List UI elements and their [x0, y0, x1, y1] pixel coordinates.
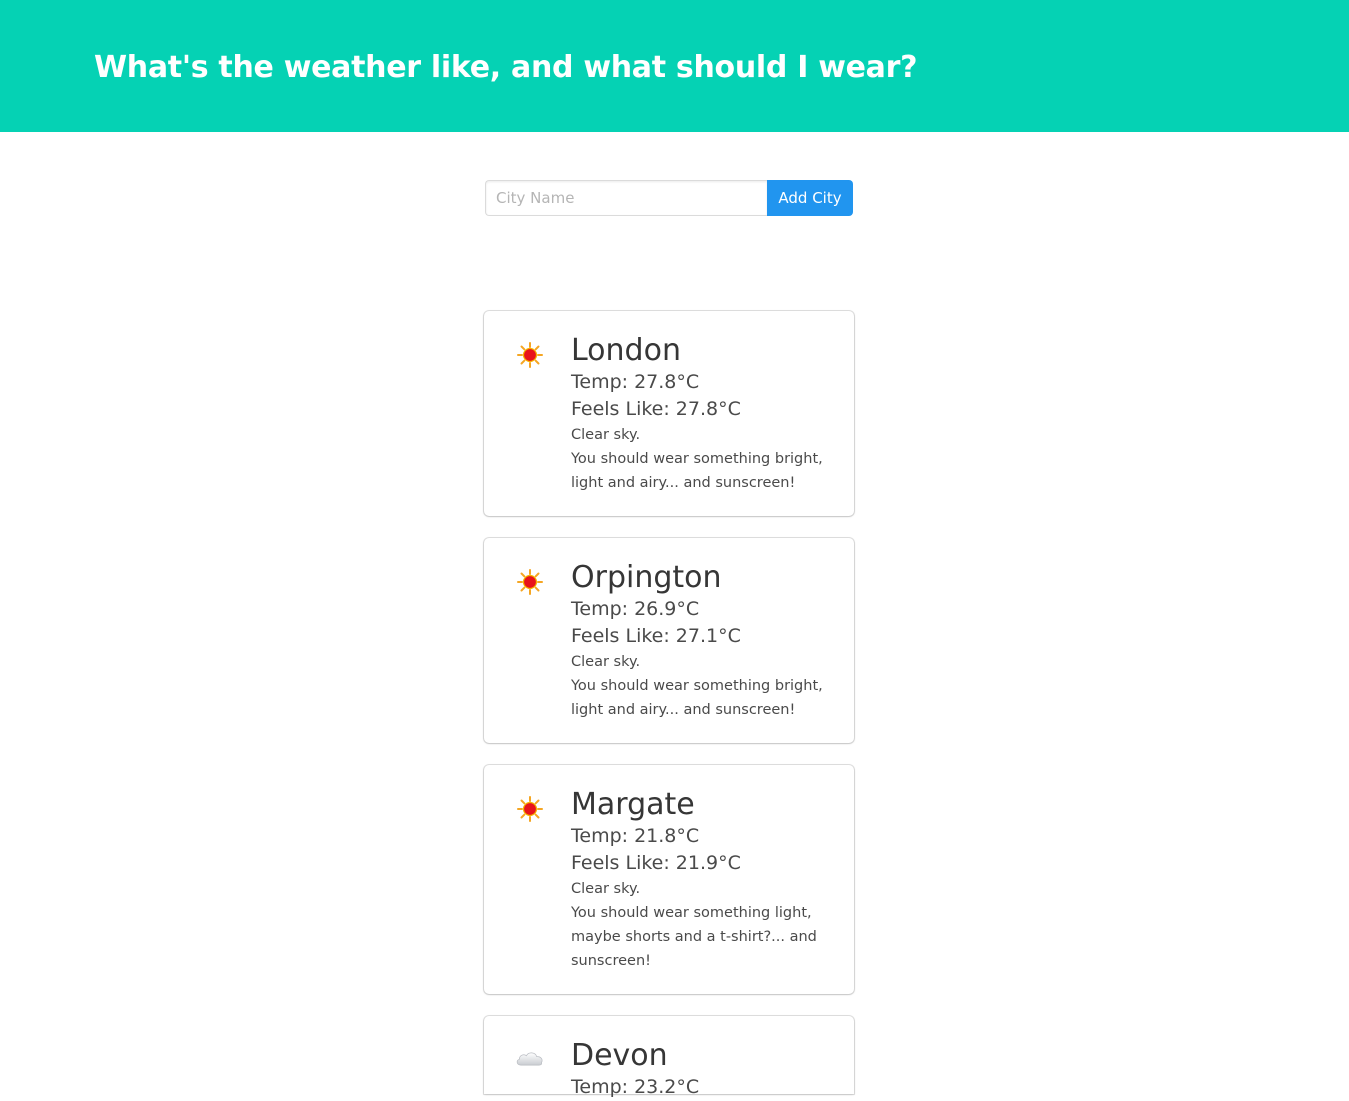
city-card-body: Orpington Temp: 26.9°C Feels Like: 27.1°… — [571, 560, 831, 722]
city-name: Margate — [571, 787, 695, 822]
feels-like: Feels Like: 27.8°C — [571, 398, 741, 420]
sun-icon — [514, 793, 546, 825]
city-card-devon: Devon Temp: 23.2°C — [484, 1016, 854, 1098]
cloud-icon — [514, 1042, 546, 1074]
clothing-advice: You should wear something bright, light … — [571, 678, 823, 718]
feels-like: Feels Like: 27.1°C — [571, 625, 741, 647]
weather-description: Clear sky. — [571, 427, 641, 443]
page-title: What's the weather like, and what should… — [94, 50, 918, 85]
city-card-orpington: Orpington Temp: 26.9°C Feels Like: 27.1°… — [484, 538, 854, 743]
city-name: London — [571, 333, 681, 368]
temperature: Temp: 23.2°C — [571, 1076, 700, 1098]
city-name-input[interactable] — [485, 180, 767, 216]
weather-description: Clear sky. — [571, 654, 641, 670]
temperature: Temp: 21.8°C — [571, 825, 700, 847]
city-name: Orpington — [571, 560, 722, 595]
city-card-body: Devon Temp: 23.2°C — [571, 1038, 831, 1101]
city-card-body: Margate Temp: 21.8°C Feels Like: 21.9°C … — [571, 787, 831, 973]
page-header: What's the weather like, and what should… — [0, 0, 1349, 132]
sun-icon — [514, 566, 546, 598]
add-city-form: Add City — [485, 180, 853, 216]
city-name: Devon — [571, 1038, 668, 1073]
clothing-advice: You should wear something light, maybe s… — [571, 905, 817, 969]
temperature: Temp: 26.9°C — [571, 598, 700, 620]
city-card-london: London Temp: 27.8°C Feels Like: 27.8°C C… — [484, 311, 854, 516]
temperature: Temp: 27.8°C — [571, 371, 700, 393]
feels-like: Feels Like: 21.9°C — [571, 852, 741, 874]
sun-icon — [514, 339, 546, 371]
weather-description: Clear sky. — [571, 881, 641, 897]
clothing-advice: You should wear something bright, light … — [571, 451, 823, 491]
add-city-button[interactable]: Add City — [767, 180, 853, 216]
city-card-margate: Margate Temp: 21.8°C Feels Like: 21.9°C … — [484, 765, 854, 994]
city-card-body: London Temp: 27.8°C Feels Like: 27.8°C C… — [571, 333, 831, 495]
